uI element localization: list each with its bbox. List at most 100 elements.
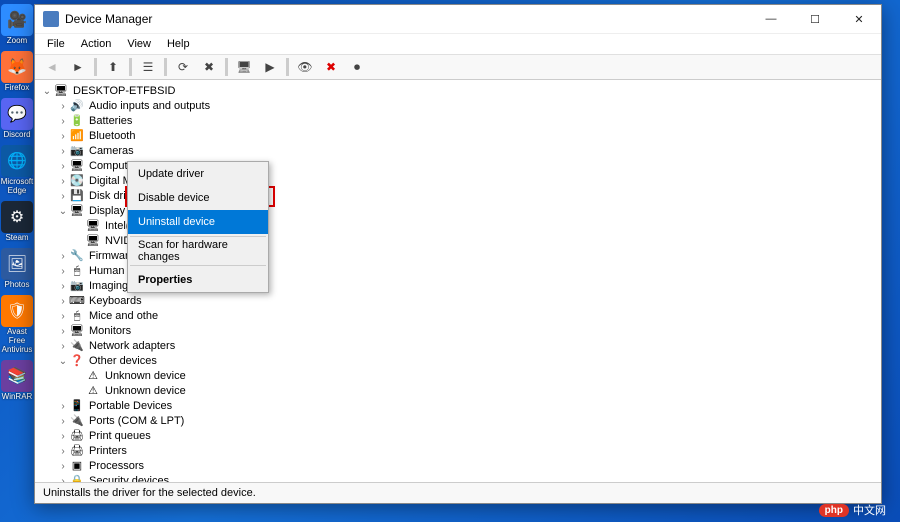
device-icon: 🖨	[69, 445, 85, 459]
device-icon: 🔧	[69, 250, 85, 264]
tree-item[interactable]: ›🖨Print queues	[57, 429, 881, 444]
toolbar-scan-icon[interactable]: 🖥	[232, 56, 256, 78]
desktop-icon-firefox[interactable]: 🦊	[1, 51, 33, 83]
tree-item[interactable]: ›🔌Ports (COM & LPT)	[57, 414, 881, 429]
ctx-uninstall-device[interactable]: Uninstall device	[128, 210, 268, 234]
menu-action[interactable]: Action	[73, 36, 120, 52]
expand-icon[interactable]: ›	[57, 414, 69, 429]
device-icon: 📱	[69, 400, 85, 414]
expand-icon[interactable]: ›	[57, 444, 69, 459]
tree-label: Unknown device	[103, 384, 188, 399]
minimize-button[interactable]: —	[749, 5, 793, 33]
ctx-properties[interactable]: Properties	[128, 268, 268, 292]
tree-item[interactable]: ›🔋Batteries	[57, 114, 881, 129]
collapse-icon[interactable]: ⌄	[57, 204, 69, 219]
expand-icon[interactable]: ›	[57, 159, 69, 174]
menubar: FileActionViewHelp	[35, 34, 881, 55]
tree-item[interactable]: ›🔊Audio inputs and outputs	[57, 99, 881, 114]
desktop-icon-winrar[interactable]: 📚	[1, 360, 33, 392]
window-title: Device Manager	[65, 12, 749, 26]
expand-icon[interactable]: ›	[57, 114, 69, 129]
expand-icon[interactable]: ›	[57, 294, 69, 309]
expand-icon[interactable]: ›	[57, 129, 69, 144]
maximize-button[interactable]: ☐	[793, 5, 837, 33]
menu-file[interactable]: File	[39, 36, 73, 52]
expand-icon[interactable]: ›	[57, 309, 69, 324]
tree-item[interactable]: ›🔒Security devices	[57, 474, 881, 482]
tree-item[interactable]: ›🖱Mice and othe	[57, 309, 881, 324]
toolbar-close-red-icon[interactable]: ✖	[319, 56, 343, 78]
toolbar-back-icon[interactable]: ◄	[40, 56, 64, 78]
expand-icon[interactable]: ›	[57, 429, 69, 444]
device-icon: 🖥	[53, 85, 69, 99]
device-icon: 🔊	[69, 100, 85, 114]
expand-icon[interactable]: ›	[57, 279, 69, 294]
device-icon: 💾	[69, 190, 85, 204]
toolbar-forward-icon[interactable]: ►	[66, 56, 90, 78]
tree-label: Keyboards	[87, 294, 144, 309]
expand-icon[interactable]: ›	[57, 249, 69, 264]
desktop-icon-label: Discord	[0, 130, 34, 139]
ctx-scan-for-hardware-changes[interactable]: Scan for hardware changes	[128, 239, 268, 263]
expand-icon[interactable]: ›	[57, 144, 69, 159]
expand-icon[interactable]: ›	[57, 99, 69, 114]
desktop-icon-label: Avast Free Antivirus	[0, 327, 34, 354]
toolbar-props-icon[interactable]: ☰	[136, 56, 160, 78]
device-icon: ⚠	[85, 370, 101, 384]
tree-item[interactable]: ›▣Processors	[57, 459, 881, 474]
desktop-icon-edge[interactable]: 🌐	[1, 145, 33, 177]
desktop-icon-photos[interactable]: 🖼	[1, 248, 33, 280]
expand-icon[interactable]: ›	[57, 174, 69, 189]
expand-icon[interactable]: ›	[57, 459, 69, 474]
status-text: Uninstalls the driver for the selected d…	[43, 487, 256, 499]
expand-icon[interactable]: ›	[57, 399, 69, 414]
tree-label: Ports (COM & LPT)	[87, 414, 186, 429]
tree-item[interactable]: ⚠Unknown device	[73, 384, 881, 399]
desktop-icon-steam[interactable]: ⚙	[1, 201, 33, 233]
device-icon: 🖱	[69, 265, 85, 279]
statusbar: Uninstalls the driver for the selected d…	[35, 482, 881, 503]
tree-label: Print queues	[87, 429, 153, 444]
expand-icon[interactable]: ›	[57, 474, 69, 482]
ctx-disable-device[interactable]: Disable device	[128, 186, 268, 210]
desktop-icon-avast[interactable]: 🛡	[1, 295, 33, 327]
menu-help[interactable]: Help	[159, 36, 198, 52]
expand-icon[interactable]: ›	[57, 324, 69, 339]
tree-item[interactable]: ›🖨Printers	[57, 444, 881, 459]
collapse-icon[interactable]: ⌄	[41, 84, 53, 99]
device-icon: 🖥	[69, 205, 85, 219]
toolbar-refresh-icon[interactable]: ⟳	[171, 56, 195, 78]
toolbar-remove-icon[interactable]: ✖	[197, 56, 221, 78]
toolbar-show-hidden-icon[interactable]: 👁	[293, 56, 317, 78]
toolbar-enable-icon[interactable]: ▶	[258, 56, 282, 78]
toolbar-record-icon[interactable]: ⏺	[345, 56, 369, 78]
titlebar[interactable]: Device Manager — ☐ ✕	[35, 5, 881, 34]
tree-item[interactable]: ›🔌Network adapters	[57, 339, 881, 354]
tree-item[interactable]: ›📶Bluetooth	[57, 129, 881, 144]
menu-view[interactable]: View	[119, 36, 159, 52]
expand-icon[interactable]: ›	[57, 189, 69, 204]
expand-icon[interactable]: ›	[57, 339, 69, 354]
tree-label: Unknown device	[103, 369, 188, 384]
device-icon: ⚠	[85, 385, 101, 399]
desktop-icon-discord[interactable]: 💬	[1, 98, 33, 130]
desktop-icon-label: Firefox	[0, 83, 34, 92]
tree-item[interactable]: ⌄🖥DESKTOP-ETFBSID	[41, 84, 881, 99]
desktop-icon-zoom[interactable]: 🎥	[1, 4, 33, 36]
ctx-update-driver[interactable]: Update driver	[128, 162, 268, 186]
collapse-icon[interactable]: ⌄	[57, 354, 69, 369]
tree-label: Monitors	[87, 324, 133, 339]
tree-label: Mice and othe	[87, 309, 160, 324]
toolbar-up-icon[interactable]: ⬆	[101, 56, 125, 78]
close-button[interactable]: ✕	[837, 5, 881, 33]
device-icon: ▣	[69, 460, 85, 474]
tree-item[interactable]: ⚠Unknown device	[73, 369, 881, 384]
tree-item[interactable]: ›🖥Monitors	[57, 324, 881, 339]
device-icon: 🔒	[69, 475, 85, 483]
tree-item[interactable]: ›📷Cameras	[57, 144, 881, 159]
device-icon: 🖨	[69, 430, 85, 444]
tree-item[interactable]: ›⌨Keyboards	[57, 294, 881, 309]
expand-icon[interactable]: ›	[57, 264, 69, 279]
tree-item[interactable]: ⌄❓Other devices	[57, 354, 881, 369]
tree-item[interactable]: ›📱Portable Devices	[57, 399, 881, 414]
